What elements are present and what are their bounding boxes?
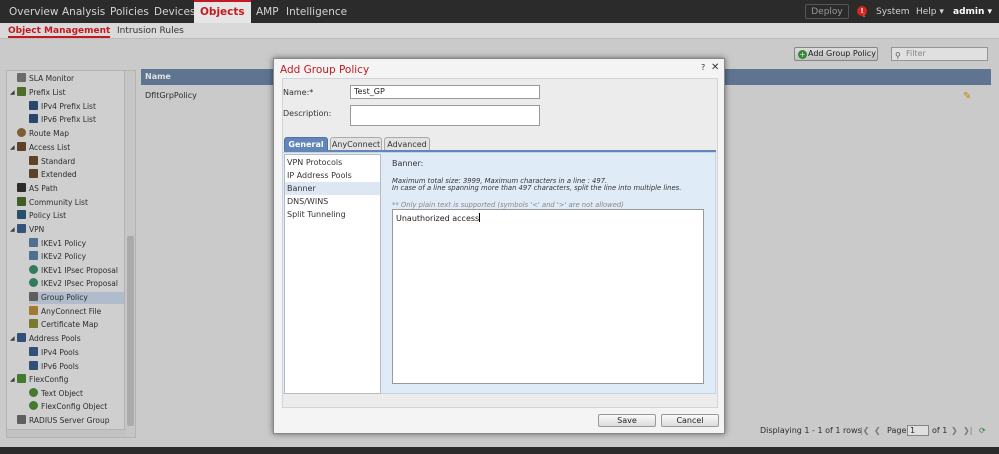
list-item-dns-wins[interactable]: DNS/WINS xyxy=(285,195,380,208)
nav-tab-intelligence[interactable]: Intelligence xyxy=(286,0,347,23)
description-label: Description: xyxy=(283,109,332,118)
top-navigation: Overview Analysis Policies Devices Objec… xyxy=(0,0,999,23)
nav-tab-amp[interactable]: AMP xyxy=(256,0,279,23)
save-button[interactable]: Save xyxy=(598,414,656,427)
banner-split-info: In case of a line spanning more than 497… xyxy=(392,184,682,192)
banner-textarea[interactable]: Unauthorized access xyxy=(392,209,704,384)
bottom-bar xyxy=(0,447,999,454)
plain-text-note: ** Only plain text is supported (symbols… xyxy=(392,201,624,209)
system-menu[interactable]: System xyxy=(876,0,910,23)
help-icon[interactable]: ? xyxy=(701,63,705,72)
close-icon[interactable]: ✕ xyxy=(711,62,719,73)
nav-tab-policies[interactable]: Policies xyxy=(110,0,149,23)
name-field[interactable]: Test_GP xyxy=(350,85,540,99)
list-item-ip-address-pools[interactable]: IP Address Pools xyxy=(285,169,380,182)
description-field[interactable] xyxy=(350,105,540,126)
list-item-split-tunneling[interactable]: Split Tunneling xyxy=(285,208,380,221)
subnav-intrusion-rules[interactable]: Intrusion Rules xyxy=(117,24,184,38)
help-menu[interactable]: Help ▾ xyxy=(916,0,944,23)
name-label: Name:* xyxy=(283,88,314,97)
list-item-banner[interactable]: Banner xyxy=(285,182,380,195)
cancel-button[interactable]: Cancel xyxy=(661,414,719,427)
user-menu[interactable]: admin ▾ xyxy=(953,0,992,23)
nav-tab-devices[interactable]: Devices xyxy=(154,0,195,23)
text-cursor xyxy=(479,213,481,222)
deploy-button[interactable]: Deploy xyxy=(805,4,849,19)
banner-text: Unauthorized access xyxy=(396,214,480,223)
tab-anyconnect[interactable]: AnyConnect xyxy=(330,137,382,150)
subnav-object-management[interactable]: Object Management xyxy=(8,24,111,38)
tab-general[interactable]: General xyxy=(284,137,328,150)
general-side-list: VPN Protocols IP Address Pools Banner DN… xyxy=(284,154,381,394)
tab-advanced[interactable]: Advanced xyxy=(384,137,430,150)
dialog-title: Add Group Policy xyxy=(280,64,370,76)
nav-tab-overview[interactable]: Overview xyxy=(9,0,58,23)
list-item-vpn-protocols[interactable]: VPN Protocols xyxy=(285,156,380,169)
banner-label: Banner: xyxy=(392,159,424,168)
sub-navigation: Object Management Intrusion Rules xyxy=(0,23,999,39)
nav-tab-analysis[interactable]: Analysis xyxy=(62,0,105,23)
nav-tab-objects[interactable]: Objects xyxy=(194,0,251,23)
alert-count-badge: 1 xyxy=(862,12,866,19)
